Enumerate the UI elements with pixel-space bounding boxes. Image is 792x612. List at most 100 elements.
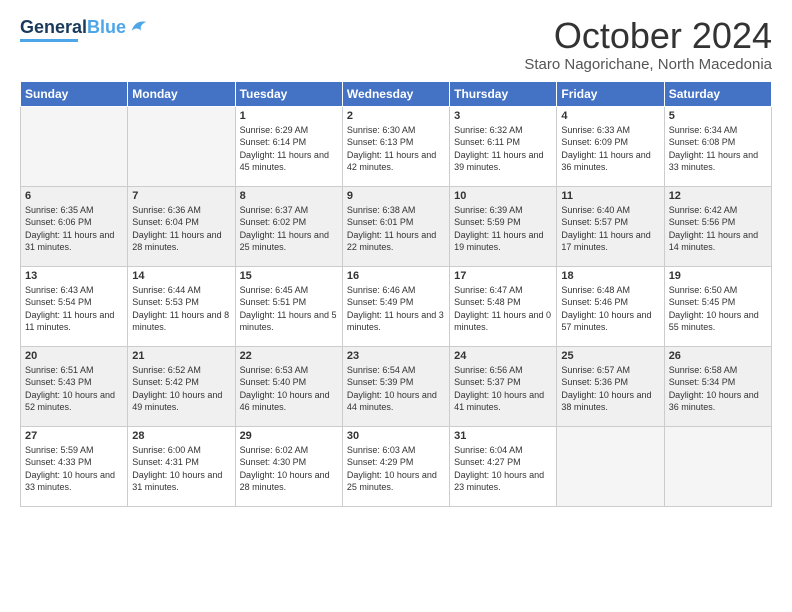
day-info: Daylight: 11 hours and 19 minutes. xyxy=(454,229,552,254)
calendar-week-row: 20 Sunrise: 6:51 AMSunset: 5:43 PM Dayligh… xyxy=(21,346,772,426)
day-number: 30 xyxy=(347,430,445,442)
table-row xyxy=(128,106,235,186)
table-row: 27Sunrise: 5:59 AMSunset: 4:33 PMDayligh… xyxy=(21,426,128,506)
day-info: Sunrise: 6:50 AM xyxy=(669,284,767,297)
col-wednesday: Wednesday xyxy=(342,81,449,106)
table-row: 12Sunrise: 6:42 AMSunset: 5:56 PMDayligh… xyxy=(664,186,771,266)
logo-blue: Blue xyxy=(87,17,126,38)
table-row: 31Sunrise: 6:04 AMSunset: 4:27 PMDayligh… xyxy=(450,426,557,506)
day-info: Sunrise: 6:54 AM xyxy=(347,364,445,377)
day-info: Daylight: 11 hours and 11 minutes. xyxy=(25,309,123,334)
day-number: 5 xyxy=(669,110,767,122)
day-info: Sunrise: 6:38 AM xyxy=(347,204,445,217)
day-info: Daylight: 10 hours and 31 minutes. xyxy=(132,469,230,494)
day-info: Daylight: 10 hours and 57 minutes. xyxy=(561,309,659,334)
day-info: Daylight: 11 hours and 3 minutes. xyxy=(347,309,445,334)
day-info: Daylight: 10 hours and 25 minutes. xyxy=(347,469,445,494)
col-sunday: Sunday xyxy=(21,81,128,106)
table-row: 11Sunrise: 6:40 AMSunset: 5:57 PMDayligh… xyxy=(557,186,664,266)
page: General Blue October 2024 Staro Nagorich… xyxy=(0,0,792,612)
day-info: Sunrise: 6:56 AM xyxy=(454,364,552,377)
table-row: 22 Sunrise: 6:53 AMSunset: 5:40 PMDayligh… xyxy=(235,346,342,426)
day-info: Sunrise: 6:30 AM xyxy=(347,124,445,137)
table-row: 14Sunrise: 6:44 AMSunset: 5:53 PMDayligh… xyxy=(128,266,235,346)
col-friday: Friday xyxy=(557,81,664,106)
table-row: 21 Sunrise: 6:52 AMSunset: 5:42 PMDayligh… xyxy=(128,346,235,426)
table-row xyxy=(21,106,128,186)
day-info: Sunrise: 6:04 AM xyxy=(454,444,552,457)
day-info: Sunrise: 6:47 AM xyxy=(454,284,552,297)
day-info: Daylight: 10 hours and 49 minutes. xyxy=(132,389,230,414)
day-info: Sunset: 6:06 PM xyxy=(25,216,123,229)
day-info: Daylight: 10 hours and 33 minutes. xyxy=(25,469,123,494)
day-number: 21 xyxy=(132,350,230,362)
day-info: Sunset: 5:54 PM xyxy=(25,296,123,309)
subtitle: Staro Nagorichane, North Macedonia xyxy=(524,56,772,73)
table-row: 20Sunrise: 6:51 AMSunset: 5:43 PMDayligh… xyxy=(21,346,128,426)
day-info: Sunset: 5:51 PM xyxy=(240,296,338,309)
day-info: Sunset: 5:42 PM xyxy=(132,376,230,389)
day-info: Sunrise: 6:45 AM xyxy=(240,284,338,297)
day-number: 16 xyxy=(347,270,445,282)
table-row: 24Sunrise: 6:56 AMSunset: 5:37 PMDayligh… xyxy=(450,346,557,426)
header: General Blue October 2024 Staro Nagorich… xyxy=(20,16,772,73)
table-row: 6Sunrise: 6:35 AMSunset: 6:06 PMDaylight… xyxy=(21,186,128,266)
day-number: 25 xyxy=(561,350,659,362)
day-number: 20 xyxy=(25,350,123,362)
day-info: Sunset: 5:46 PM xyxy=(561,296,659,309)
day-info: Sunrise: 6:58 AM xyxy=(669,364,767,377)
day-info: Daylight: 11 hours and 28 minutes. xyxy=(132,229,230,254)
day-info: Sunset: 6:14 PM xyxy=(240,136,338,149)
day-info: Sunrise: 6:32 AM xyxy=(454,124,552,137)
table-row: 18Sunrise: 6:48 AMSunset: 5:46 PMDayligh… xyxy=(557,266,664,346)
day-info: Daylight: 10 hours and 55 minutes. xyxy=(669,309,767,334)
day-info: Daylight: 11 hours and 39 minutes. xyxy=(454,149,552,174)
col-tuesday: Tuesday xyxy=(235,81,342,106)
col-thursday: Thursday xyxy=(450,81,557,106)
table-row xyxy=(557,426,664,506)
table-row: 23Sunrise: 6:54 AMSunset: 5:39 PMDayligh… xyxy=(342,346,449,426)
day-info: Sunrise: 6:53 AM xyxy=(240,364,338,377)
day-info: Daylight: 11 hours and 8 minutes. xyxy=(132,309,230,334)
day-info: Sunset: 5:40 PM xyxy=(240,376,338,389)
day-info: Daylight: 11 hours and 17 minutes. xyxy=(561,229,659,254)
day-info: Daylight: 10 hours and 44 minutes. xyxy=(347,389,445,414)
day-info: Daylight: 11 hours and 31 minutes. xyxy=(25,229,123,254)
day-info: Sunset: 6:04 PM xyxy=(132,216,230,229)
day-number: 7 xyxy=(132,190,230,202)
day-number: 29 xyxy=(240,430,338,442)
day-info: Sunrise: 6:37 AM xyxy=(240,204,338,217)
day-number: 22 xyxy=(240,350,338,362)
day-info: Sunset: 5:57 PM xyxy=(561,216,659,229)
day-number: 28 xyxy=(132,430,230,442)
day-info: Sunset: 6:13 PM xyxy=(347,136,445,149)
day-info: Sunrise: 6:34 AM xyxy=(669,124,767,137)
day-info: Sunset: 5:49 PM xyxy=(347,296,445,309)
day-info: Sunrise: 6:35 AM xyxy=(25,204,123,217)
day-info: Sunset: 4:30 PM xyxy=(240,456,338,469)
day-number: 10 xyxy=(454,190,552,202)
day-info: Sunset: 5:34 PM xyxy=(669,376,767,389)
day-info: Sunrise: 5:59 AM xyxy=(25,444,123,457)
day-info: Sunrise: 6:39 AM xyxy=(454,204,552,217)
day-info: Daylight: 11 hours and 22 minutes. xyxy=(347,229,445,254)
day-number: 9 xyxy=(347,190,445,202)
table-row: 7Sunrise: 6:36 AMSunset: 6:04 PMDaylight… xyxy=(128,186,235,266)
day-info: Sunset: 5:43 PM xyxy=(25,376,123,389)
day-info: Sunrise: 6:40 AM xyxy=(561,204,659,217)
calendar-week-row: 13Sunrise: 6:43 AMSunset: 5:54 PMDayligh… xyxy=(21,266,772,346)
day-info: Daylight: 10 hours and 46 minutes. xyxy=(240,389,338,414)
day-info: Sunrise: 6:42 AM xyxy=(669,204,767,217)
table-row: 16Sunrise: 6:46 AMSunset: 5:49 PMDayligh… xyxy=(342,266,449,346)
day-number: 19 xyxy=(669,270,767,282)
day-info: Sunrise: 6:51 AM xyxy=(25,364,123,377)
day-info: Daylight: 10 hours and 41 minutes. xyxy=(454,389,552,414)
logo-general: General xyxy=(20,17,87,38)
day-info: Sunrise: 6:00 AM xyxy=(132,444,230,457)
day-info: Sunrise: 6:52 AM xyxy=(132,364,230,377)
table-row: 28Sunrise: 6:00 AMSunset: 4:31 PMDayligh… xyxy=(128,426,235,506)
col-saturday: Saturday xyxy=(664,81,771,106)
day-info: Sunset: 5:37 PM xyxy=(454,376,552,389)
day-number: 13 xyxy=(25,270,123,282)
table-row: 4Sunrise: 6:33 AMSunset: 6:09 PMDaylight… xyxy=(557,106,664,186)
